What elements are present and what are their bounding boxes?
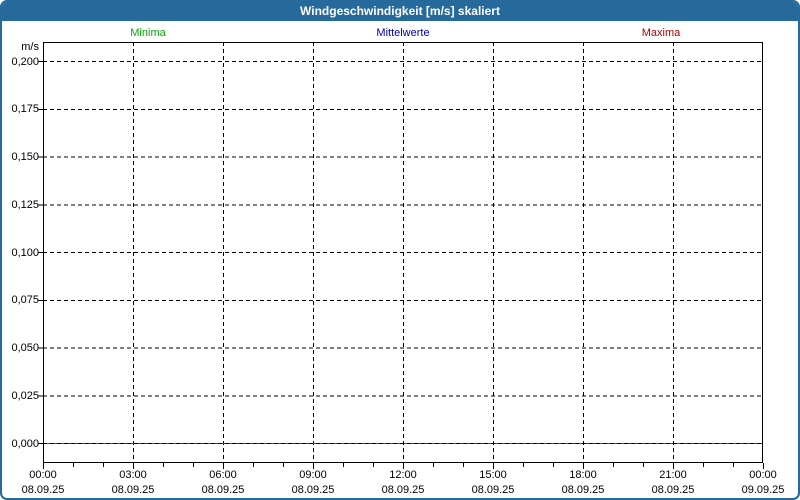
x-tick-time-label: 15:00	[448, 469, 538, 482]
x-tick-date-label: 08.09.25	[538, 484, 628, 497]
legend-item-minima: Minima	[130, 27, 165, 40]
y-tick-label: 0,025	[2, 389, 39, 403]
legend-item-mittelwerte: Mittelwerte	[376, 27, 429, 40]
x-tick-time-label: 06:00	[178, 469, 268, 482]
y-tick-label: 0,100	[2, 246, 39, 260]
x-tick-date-label: 09.09.25	[718, 484, 800, 497]
plot-area	[43, 42, 763, 463]
y-tick-label: 0,075	[2, 293, 39, 307]
x-tick-date-label: 08.09.25	[88, 484, 178, 497]
x-tick-time-label: 09:00	[268, 469, 358, 482]
x-tick-time-label: 18:00	[538, 469, 628, 482]
x-tick-date-label: 08.09.25	[0, 484, 88, 497]
chart-frame: Windgeschwindigkeit [m/s] skaliert Minim…	[0, 0, 800, 500]
x-tick-date-label: 08.09.25	[448, 484, 538, 497]
x-tick-time-label: 00:00	[0, 469, 88, 482]
x-tick-date-label: 08.09.25	[358, 484, 448, 497]
y-tick-label: 0,000	[2, 437, 39, 451]
wind-speed-chart-window: Windgeschwindigkeit [m/s] skaliert Minim…	[0, 0, 800, 500]
x-tick-time-label: 00:00	[718, 469, 800, 482]
legend-item-maxima: Maxima	[642, 27, 681, 40]
y-tick-label: 0,150	[2, 150, 39, 164]
x-tick-time-label: 03:00	[88, 469, 178, 482]
x-tick-date-label: 08.09.25	[178, 484, 268, 497]
chart-title: Windgeschwindigkeit [m/s] skaliert	[2, 2, 798, 21]
y-tick-label: 0,200	[2, 55, 39, 69]
y-axis-unit-label: m/s	[2, 41, 39, 53]
x-tick-date-label: 08.09.25	[268, 484, 358, 497]
y-tick-label: 0,050	[2, 341, 39, 355]
x-tick-time-label: 12:00	[358, 469, 448, 482]
y-tick-label: 0,125	[2, 198, 39, 212]
x-tick-date-label: 08.09.25	[628, 484, 718, 497]
x-tick-time-label: 21:00	[628, 469, 718, 482]
y-tick-label: 0,175	[2, 102, 39, 116]
